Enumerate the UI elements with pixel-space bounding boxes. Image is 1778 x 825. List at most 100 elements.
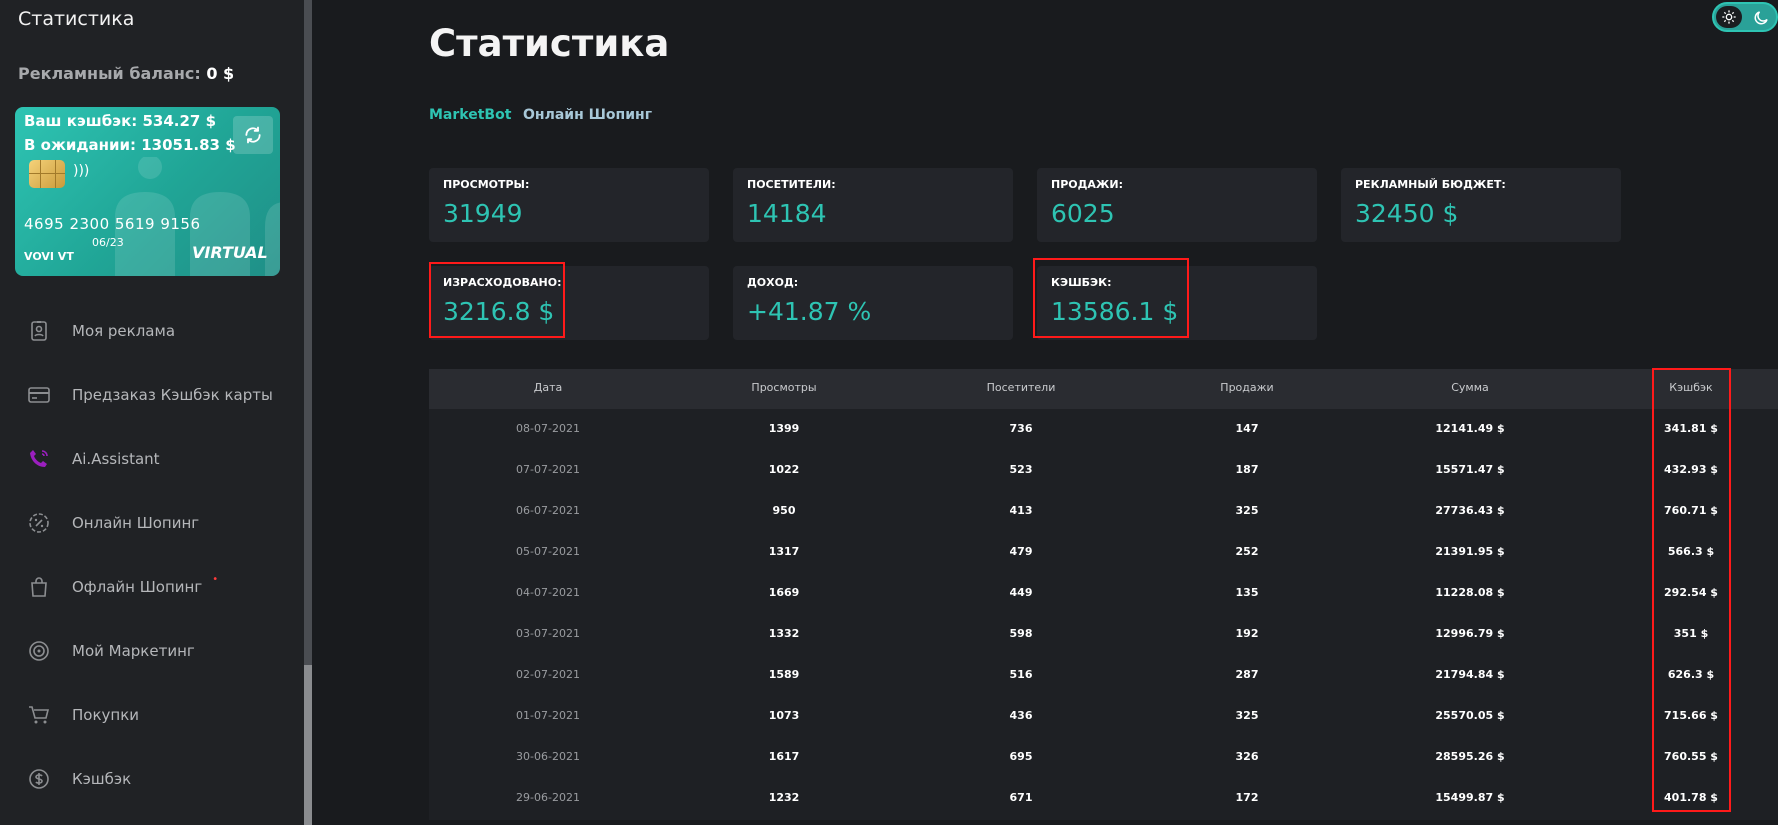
col-header-sum[interactable]: Сумма bbox=[1451, 381, 1489, 394]
credit-card-icon bbox=[24, 380, 54, 410]
stat-label: ДОХОД: bbox=[747, 276, 799, 289]
cell-visitors: 413 bbox=[1009, 504, 1033, 517]
card-cashback: Ваш кэшбэк: 534.27 $ bbox=[24, 112, 217, 130]
cell-date: 07-07-2021 bbox=[516, 463, 580, 476]
moon-icon bbox=[1750, 7, 1772, 29]
cell-date: 02-07-2021 bbox=[516, 668, 580, 681]
cell-sales: 252 bbox=[1235, 545, 1259, 558]
sidebar: Статистика Рекламный баланс: 0 $ Ваш кэш… bbox=[0, 0, 304, 825]
cell-visitors: 598 bbox=[1009, 627, 1033, 640]
stat-value: 32450 $ bbox=[1355, 199, 1459, 228]
col-header-visitors[interactable]: Посетители bbox=[987, 381, 1056, 394]
theme-toggle[interactable] bbox=[1712, 2, 1778, 32]
ad-balance: Рекламный баланс: 0 $ bbox=[18, 64, 234, 83]
card-pending: В ожидании: 13051.83 $ bbox=[24, 136, 236, 154]
cell-sales: 147 bbox=[1235, 422, 1259, 435]
cell-date: 04-07-2021 bbox=[516, 586, 580, 599]
refresh-icon bbox=[245, 126, 261, 144]
cell-visitors: 695 bbox=[1009, 750, 1033, 763]
card-expiry: 06/23 bbox=[92, 236, 124, 249]
sidebar-item-label: Офлайн Шопинг bbox=[72, 578, 203, 596]
table-header: Дата Просмотры Посетители Продажи Сумма … bbox=[429, 369, 1778, 409]
cell-sum: 15571.47 $ bbox=[1435, 463, 1505, 476]
table-row: 06-07-2021 950 413 325 27736.43 $760.71 $ bbox=[429, 491, 1778, 532]
stat-sales: ПРОДАЖИ: 6025 bbox=[1037, 168, 1317, 242]
cell-visitors: 436 bbox=[1009, 709, 1033, 722]
cell-date: 29-06-2021 bbox=[516, 791, 580, 804]
sidebar-item-label: Онлайн Шопинг bbox=[72, 514, 200, 532]
ad-balance-label: Рекламный баланс: bbox=[18, 64, 201, 83]
card-number: 4695 2300 5619 9156 bbox=[24, 215, 201, 233]
stat-views: ПРОСМОТРЫ: 31949 bbox=[429, 168, 709, 242]
cell-sales: 287 bbox=[1235, 668, 1259, 681]
sun-icon bbox=[1716, 6, 1742, 28]
cell-visitors: 523 bbox=[1009, 463, 1033, 476]
sidebar-item-online-shopping[interactable]: Онлайн Шопинг bbox=[24, 503, 199, 543]
cell-views: 1232 bbox=[768, 791, 800, 804]
table-row: 30-06-2021 1617 695 326 28595.26 $760.55 $ bbox=[429, 737, 1778, 778]
tab-online-shopping[interactable]: Онлайн Шопинг bbox=[523, 107, 652, 123]
phone-call-icon bbox=[24, 444, 54, 474]
cell-visitors: 671 bbox=[1009, 791, 1033, 804]
cell-sales: 187 bbox=[1235, 463, 1259, 476]
stat-value: 6025 bbox=[1051, 199, 1115, 228]
cell-visitors: 479 bbox=[1009, 545, 1033, 558]
stat-visitors: ПОСЕТИТЕЛИ: 14184 bbox=[733, 168, 1013, 242]
highlight-cashback-column bbox=[1652, 368, 1731, 812]
cell-sum: 27736.43 $ bbox=[1435, 504, 1505, 517]
sidebar-item-label: Моя реклама bbox=[72, 322, 176, 340]
cell-views: 1073 bbox=[768, 709, 800, 722]
cell-sum: 12996.79 $ bbox=[1435, 627, 1505, 640]
contactless-icon: ))) bbox=[73, 163, 90, 179]
dollar-circle-icon bbox=[24, 764, 54, 794]
sidebar-item-label: Кэшбэк bbox=[72, 770, 132, 788]
sidebar-item-offline-shopping[interactable]: Офлайн Шопинг • bbox=[24, 567, 218, 607]
cell-date: 30-06-2021 bbox=[516, 750, 580, 763]
sidebar-item-card-preorder[interactable]: Предзаказ Кэшбэк карты bbox=[24, 375, 273, 415]
id-badge-icon bbox=[24, 316, 54, 346]
sidebar-scrollbar-thumb[interactable] bbox=[304, 665, 312, 825]
page-title: Статистика bbox=[429, 22, 670, 65]
table-row: 08-07-2021 1399 736 147 12141.49 $341.81 $ bbox=[429, 409, 1778, 450]
sidebar-item-cashback[interactable]: Кэшбэк bbox=[24, 759, 131, 799]
cell-sum: 21391.95 $ bbox=[1435, 545, 1505, 558]
cell-sales: 192 bbox=[1235, 627, 1259, 640]
cashback-card: Ваш кэшбэк: 534.27 $ В ожидании: 13051.8… bbox=[15, 107, 280, 276]
cell-sales: 325 bbox=[1235, 709, 1259, 722]
cell-views: 1317 bbox=[768, 545, 800, 558]
cell-date: 01-07-2021 bbox=[516, 709, 580, 722]
card-brand: VIRTUAL bbox=[192, 243, 268, 262]
col-header-views[interactable]: Просмотры bbox=[751, 381, 816, 394]
cell-sum: 28595.26 $ bbox=[1435, 750, 1505, 763]
col-header-sales[interactable]: Продажи bbox=[1220, 381, 1273, 394]
cell-sum: 15499.87 $ bbox=[1435, 791, 1505, 804]
cell-sum: 25570.05 $ bbox=[1435, 709, 1505, 722]
sidebar-item-my-ads[interactable]: Моя реклама bbox=[24, 311, 175, 351]
sidebar-item-label: Ai.Assistant bbox=[72, 450, 160, 468]
cell-sum: 21794.84 $ bbox=[1435, 668, 1505, 681]
stat-label: ПРОСМОТРЫ: bbox=[443, 178, 530, 191]
stats-table: Дата Просмотры Посетители Продажи Сумма … bbox=[429, 369, 1778, 820]
stat-label: ПОСЕТИТЕЛИ: bbox=[747, 178, 836, 191]
cell-views: 1589 bbox=[768, 668, 800, 681]
sidebar-item-purchases[interactable]: Покупки bbox=[24, 695, 139, 735]
sidebar-item-ai-assistant[interactable]: Ai.Assistant bbox=[24, 439, 160, 479]
cell-sales: 325 bbox=[1235, 504, 1259, 517]
col-header-date[interactable]: Дата bbox=[534, 381, 562, 394]
sidebar-item-label: Мой Маркетинг bbox=[72, 642, 195, 660]
cell-visitors: 736 bbox=[1009, 422, 1033, 435]
table-row: 05-07-2021 1317 479 252 21391.95 $566.3 $ bbox=[429, 532, 1778, 573]
cell-sales: 135 bbox=[1235, 586, 1259, 599]
sidebar-scrollbar-track bbox=[304, 0, 312, 665]
percent-badge-icon bbox=[24, 508, 54, 538]
cell-sum: 12141.49 $ bbox=[1435, 422, 1505, 435]
cell-sum: 11228.08 $ bbox=[1435, 586, 1505, 599]
refresh-button[interactable] bbox=[233, 116, 273, 154]
table-row: 02-07-2021 1589 516 287 21794.84 $626.3 $ bbox=[429, 655, 1778, 696]
sidebar-item-my-marketing[interactable]: Мой Маркетинг bbox=[24, 631, 195, 671]
card-holder: VOVI VT bbox=[24, 250, 74, 263]
tab-marketbot[interactable]: MarketBot bbox=[429, 107, 511, 123]
new-badge: • bbox=[212, 573, 219, 585]
cell-date: 03-07-2021 bbox=[516, 627, 580, 640]
cart-icon bbox=[24, 700, 54, 730]
